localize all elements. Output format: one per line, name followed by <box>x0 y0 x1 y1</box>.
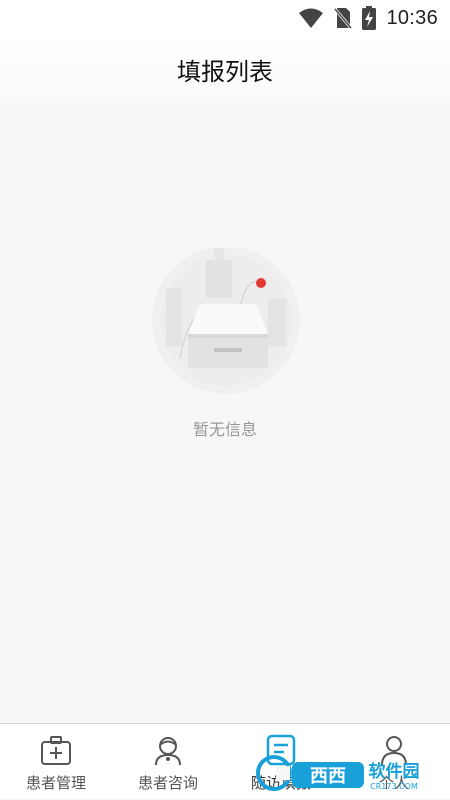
status-time: 10:36 <box>386 6 438 29</box>
svg-text:CR173.COM: CR173.COM <box>370 782 418 791</box>
empty-box-icon <box>152 248 300 394</box>
battery-charging-icon <box>362 6 377 30</box>
content-area: 暂无信息 <box>0 104 450 723</box>
status-bar: 10:36 <box>0 0 450 36</box>
svg-text:西西: 西西 <box>310 766 346 787</box>
no-sim-icon <box>334 8 353 29</box>
tab-label: 患者咨询 <box>137 774 198 792</box>
watermark-logo: 西西 软件园 CR173.COM <box>256 755 420 791</box>
tab-label: 患者管理 <box>25 774 86 792</box>
svg-text:软件园: 软件园 <box>369 761 420 782</box>
tab-patient-management[interactable]: 患者管理 <box>0 724 112 800</box>
header: 填报列表 <box>0 36 450 104</box>
doctor-avatar-icon <box>155 737 181 766</box>
status-icons: 10:36 <box>298 5 438 31</box>
wifi-icon <box>299 8 324 28</box>
medical-kit-icon <box>41 736 71 765</box>
page-title: 填报列表 <box>177 58 273 86</box>
tab-patient-consultation[interactable]: 患者咨询 <box>112 724 224 800</box>
empty-state-text: 暂无信息 <box>192 420 257 439</box>
